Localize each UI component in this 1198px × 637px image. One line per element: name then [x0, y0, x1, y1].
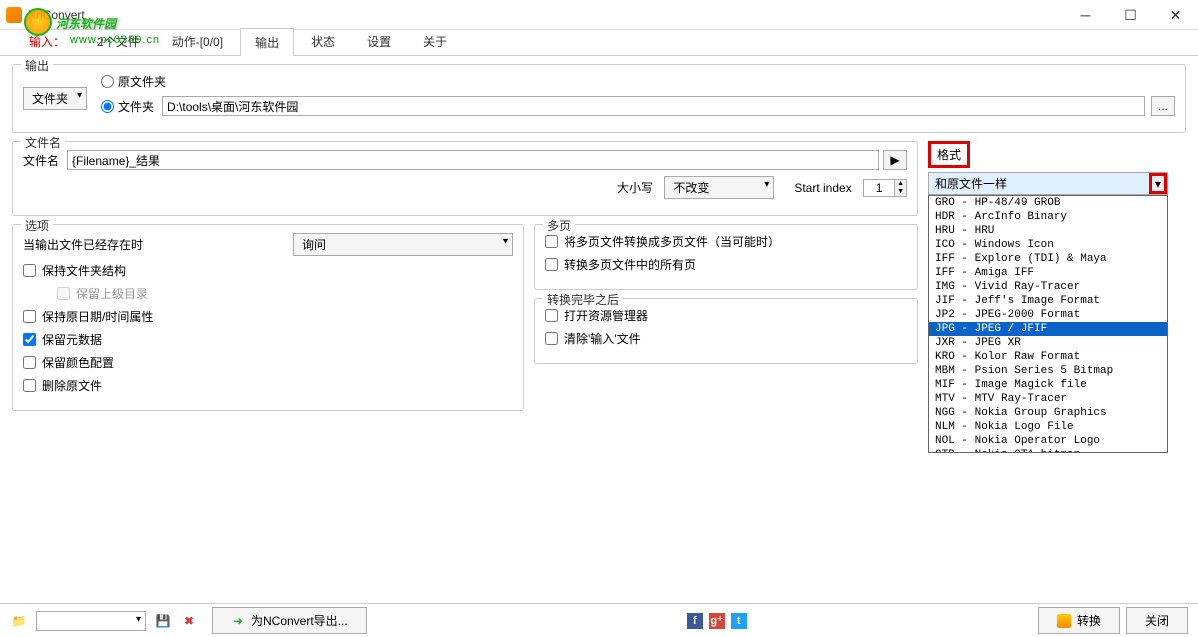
format-option[interactable]: NOL - Nokia Operator Logo [929, 434, 1167, 448]
export-nconvert-button[interactable]: ➜ 为NConvert导出... [212, 607, 367, 634]
output-group: 输出 文件夹 原文件夹 文件夹 ... [12, 64, 1186, 133]
exists-dropdown[interactable]: 询问 [293, 233, 513, 256]
radio-original-folder-label: 原文件夹 [118, 73, 166, 90]
format-option[interactable]: OTB - Nokia OTA bitmap [929, 448, 1167, 453]
radio-original-folder[interactable] [101, 75, 114, 88]
convert-icon [1057, 614, 1071, 628]
close-app-button[interactable]: 关闭 [1126, 607, 1188, 634]
keep-datetime-checkbox[interactable] [23, 310, 36, 323]
output-path-input[interactable] [162, 96, 1145, 116]
convert-button[interactable]: 转换 [1038, 607, 1120, 634]
main-tabs: 输入： 2个文件 动作-[0/0] 输出 状态 设置 关于 [0, 30, 1198, 56]
start-index-label: Start index [794, 181, 851, 195]
format-dropdown-wrap: 和原文件一样 ▾ GRO - HP-48/49 GROBHDR - ArcInf… [928, 172, 1186, 195]
keep-parent-checkbox [57, 287, 70, 300]
start-index-spinner[interactable]: ▲▼ [863, 179, 907, 197]
filename-input[interactable] [67, 150, 879, 170]
app-icon [6, 7, 22, 23]
format-option[interactable]: ICO - Windows Icon [929, 238, 1167, 252]
multipage-group-title: 多页 [543, 217, 575, 234]
export-icon: ➜ [231, 614, 245, 628]
format-option[interactable]: IFF - Explore (TDI) & Maya [929, 252, 1167, 266]
tab-about[interactable]: 关于 [408, 27, 462, 55]
format-option[interactable]: NLM - Nokia Logo File [929, 420, 1167, 434]
dropdown-arrow-icon[interactable]: ▾ [1149, 173, 1167, 194]
format-option[interactable]: MTV - MTV Ray-Tracer [929, 392, 1167, 406]
format-option[interactable]: JP2 - JPEG-2000 Format [929, 308, 1167, 322]
multipage-group: 多页 将多页文件转换成多页文件（当可能时） 转换多页文件中的所有页 [534, 224, 918, 290]
radio-custom-folder[interactable] [101, 100, 114, 113]
window-title: XnConvert [28, 8, 85, 22]
open-explorer-checkbox[interactable] [545, 309, 558, 322]
format-option[interactable]: JPG - JPEG / JFIF [929, 322, 1167, 336]
filename-group: 文件名 文件名 ▶ 大小写 不改变 Start index ▲▼ [12, 141, 918, 216]
after-group-title: 转换完毕之后 [543, 291, 623, 308]
clear-input-checkbox[interactable] [545, 332, 558, 345]
radio-custom-folder-label: 文件夹 [118, 98, 154, 115]
format-dropdown[interactable]: 和原文件一样 ▾ [928, 172, 1168, 195]
case-label: 大小写 [617, 181, 653, 195]
case-dropdown[interactable]: 不改变 [664, 176, 774, 199]
tab-settings[interactable]: 设置 [352, 27, 406, 55]
after-group: 转换完毕之后 打开资源管理器 清除'输入'文件 [534, 298, 918, 364]
convert-all-checkbox[interactable] [545, 258, 558, 271]
tab-actions[interactable]: 动作-[0/0] [157, 27, 238, 55]
social-icons: f g⁺ t [687, 613, 747, 629]
facebook-icon[interactable]: f [687, 613, 703, 629]
format-dropdown-list[interactable]: GRO - HP-48/49 GROBHDR - ArcInfo BinaryH… [928, 195, 1168, 453]
format-option[interactable]: MIF - Image Magick file [929, 378, 1167, 392]
exists-label: 当输出文件已经存在时 [23, 236, 293, 253]
format-option[interactable]: NGG - Nokia Group Graphics [929, 406, 1167, 420]
convert-multi-checkbox[interactable] [545, 235, 558, 248]
dest-type-dropdown[interactable]: 文件夹 [23, 87, 87, 110]
options-group: 选项 当输出文件已经存在时 询问 保持文件夹结构 保留上级目录 保持原日期/时间… [12, 224, 524, 411]
preset-dropdown[interactable] [36, 611, 146, 631]
googleplus-icon[interactable]: g⁺ [709, 613, 725, 629]
delete-icon[interactable]: ✖ [180, 612, 198, 630]
keep-meta-checkbox[interactable] [23, 333, 36, 346]
format-option[interactable]: KRO - Kolor Raw Format [929, 350, 1167, 364]
format-label-box: 格式 [928, 141, 970, 168]
filename-label: 文件名 [23, 152, 59, 169]
tab-files[interactable]: 2个文件 [82, 27, 155, 55]
format-option[interactable]: IFF - Amiga IFF [929, 266, 1167, 280]
browse-button[interactable]: ... [1151, 96, 1175, 116]
tab-output[interactable]: 输出 [240, 28, 294, 56]
maximize-button[interactable]: ☐ [1108, 0, 1153, 30]
format-option[interactable]: JXR - JPEG XR [929, 336, 1167, 350]
window-controls: ─ ☐ ✕ [1063, 0, 1198, 30]
tab-status[interactable]: 状态 [296, 27, 350, 55]
twitter-icon[interactable]: t [731, 613, 747, 629]
bottom-bar: 📁 💾 ✖ ➜ 为NConvert导出... f g⁺ t 转换 关闭 [0, 603, 1198, 637]
options-group-title: 选项 [21, 217, 53, 234]
filename-group-title: 文件名 [21, 134, 65, 151]
format-option[interactable]: GRO - HP-48/49 GROB [929, 196, 1167, 210]
folder-open-icon[interactable]: 📁 [10, 612, 28, 630]
format-option[interactable]: JIF - Jeff's Image Format [929, 294, 1167, 308]
delete-orig-checkbox[interactable] [23, 379, 36, 392]
format-option[interactable]: HDR - ArcInfo Binary [929, 210, 1167, 224]
save-icon[interactable]: 💾 [154, 612, 172, 630]
tab-input[interactable]: 输入： [14, 27, 80, 55]
titlebar: XnConvert ─ ☐ ✕ [0, 0, 1198, 30]
output-group-title: 输出 [21, 57, 53, 74]
close-button[interactable]: ✕ [1153, 0, 1198, 30]
keep-folder-checkbox[interactable] [23, 264, 36, 277]
filename-play-button[interactable]: ▶ [883, 150, 907, 170]
keep-color-checkbox[interactable] [23, 356, 36, 369]
format-option[interactable]: HRU - HRU [929, 224, 1167, 238]
format-option[interactable]: IMG - Vivid Ray-Tracer [929, 280, 1167, 294]
minimize-button[interactable]: ─ [1063, 0, 1108, 30]
format-option[interactable]: MBM - Psion Series 5 Bitmap [929, 364, 1167, 378]
